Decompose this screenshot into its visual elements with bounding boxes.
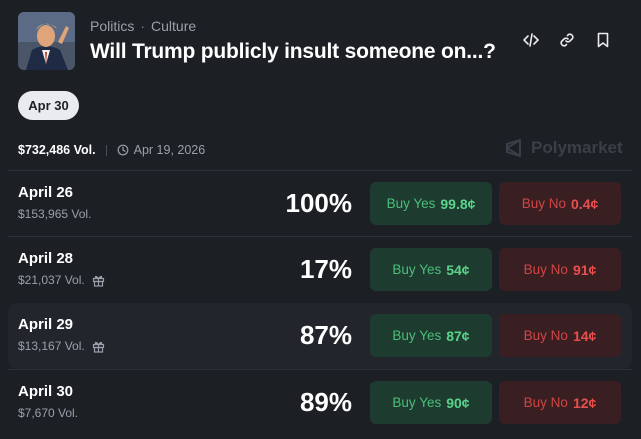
buy-yes-button[interactable]: Buy Yes 87¢ bbox=[370, 314, 492, 357]
buy-yes-label: Buy Yes bbox=[392, 395, 442, 410]
gift-icon bbox=[92, 341, 104, 353]
breadcrumb-subcategory[interactable]: Culture bbox=[151, 18, 196, 34]
buy-no-label: Buy No bbox=[523, 328, 568, 343]
buy-yes-price: 99.8¢ bbox=[440, 195, 476, 212]
buy-no-label: Buy No bbox=[523, 262, 568, 277]
buy-no-button[interactable]: Buy No 14¢ bbox=[499, 314, 621, 357]
market-thumbnail[interactable] bbox=[18, 12, 75, 70]
outcome-label: April 28 bbox=[18, 250, 74, 267]
outcome-volume: $153,965 Vol. bbox=[18, 207, 92, 221]
buy-yes-price: 90¢ bbox=[446, 394, 470, 411]
outcome-probability: 89% bbox=[299, 387, 352, 417]
outcome-label: April 29 bbox=[18, 316, 74, 333]
buy-no-price: 0.4¢ bbox=[571, 195, 599, 212]
code-embed-icon[interactable] bbox=[522, 31, 540, 49]
polymarket-logo-icon bbox=[506, 139, 521, 157]
market-stats: $732,486 Vol. Apr 19, 2026 bbox=[18, 142, 205, 158]
outcome-volume-line: $153,965 Vol. bbox=[18, 207, 91, 221]
buy-yes-label: Buy Yes bbox=[392, 328, 442, 343]
market-card: Politics · Culture Will Trump publicly i… bbox=[0, 0, 641, 439]
total-volume: $732,486 Vol. bbox=[18, 143, 96, 157]
link-icon[interactable] bbox=[558, 31, 576, 49]
outcome-probability: 87% bbox=[299, 320, 352, 350]
outcome-probability: 100% bbox=[285, 188, 353, 218]
end-date: Apr 19, 2026 bbox=[117, 143, 206, 157]
breadcrumb: Politics · Culture bbox=[90, 18, 196, 34]
polymarket-logo: Polymarket bbox=[504, 138, 623, 158]
buy-yes-button[interactable]: Buy Yes 90¢ bbox=[370, 381, 492, 424]
outcome-probability: 17% bbox=[299, 254, 352, 284]
outcome-label: April 30 bbox=[18, 383, 74, 400]
buy-no-label: Buy No bbox=[521, 196, 567, 211]
outcome-row[interactable]: April 29 $13,167 Vol. 87% Buy Yes 87¢ Bu… bbox=[8, 303, 632, 369]
buy-yes-label: Buy Yes bbox=[386, 196, 436, 211]
buy-no-button[interactable]: Buy No 0.4¢ bbox=[499, 182, 621, 225]
outcome-row[interactable]: April 26 $153,965 Vol. 100% Buy Yes 99.8… bbox=[8, 170, 632, 236]
market-title: Will Trump publicly insult someone on...… bbox=[90, 40, 496, 63]
buy-no-button[interactable]: Buy No 91¢ bbox=[499, 248, 621, 291]
breadcrumb-category[interactable]: Politics bbox=[90, 18, 134, 34]
buy-no-button[interactable]: Buy No 12¢ bbox=[499, 381, 621, 424]
outcome-label: April 26 bbox=[18, 184, 74, 201]
buy-yes-button[interactable]: Buy Yes 99.8¢ bbox=[370, 182, 492, 225]
polymarket-logo-text: Polymarket bbox=[531, 138, 623, 157]
bookmark-icon[interactable] bbox=[594, 31, 612, 49]
outcome-row[interactable]: April 28 $21,037 Vol. 17% Buy Yes 54¢ Bu… bbox=[8, 236, 632, 302]
breadcrumb-separator: · bbox=[140, 18, 146, 34]
stats-divider bbox=[105, 144, 107, 156]
outcome-volume: $7,670 Vol. bbox=[18, 406, 79, 420]
buy-no-label: Buy No bbox=[523, 395, 568, 410]
outcome-volume-line: $13,167 Vol. bbox=[18, 339, 105, 353]
buy-no-price: 12¢ bbox=[572, 394, 597, 411]
outcome-volume-line: $21,037 Vol. bbox=[18, 273, 105, 287]
outcome-volume: $13,167 Vol. bbox=[18, 339, 85, 353]
outcome-volume: $21,037 Vol. bbox=[18, 273, 85, 287]
outcome-row[interactable]: April 30 $7,670 Vol. 89% Buy Yes 90¢ Buy… bbox=[8, 369, 632, 435]
outcome-volume-line: $7,670 Vol. bbox=[18, 406, 78, 420]
buy-no-price: 91¢ bbox=[572, 261, 597, 278]
buy-yes-label: Buy Yes bbox=[392, 262, 442, 277]
buy-yes-button[interactable]: Buy Yes 54¢ bbox=[370, 248, 492, 291]
buy-yes-price: 87¢ bbox=[446, 327, 470, 344]
buy-yes-price: 54¢ bbox=[446, 261, 470, 278]
clock-icon bbox=[117, 144, 129, 156]
buy-no-price: 14¢ bbox=[572, 327, 597, 344]
date-filter-chip[interactable]: Apr 30 bbox=[18, 91, 79, 120]
header-actions bbox=[522, 31, 612, 49]
gift-icon bbox=[92, 275, 104, 287]
end-date-text: Apr 19, 2026 bbox=[133, 143, 206, 157]
